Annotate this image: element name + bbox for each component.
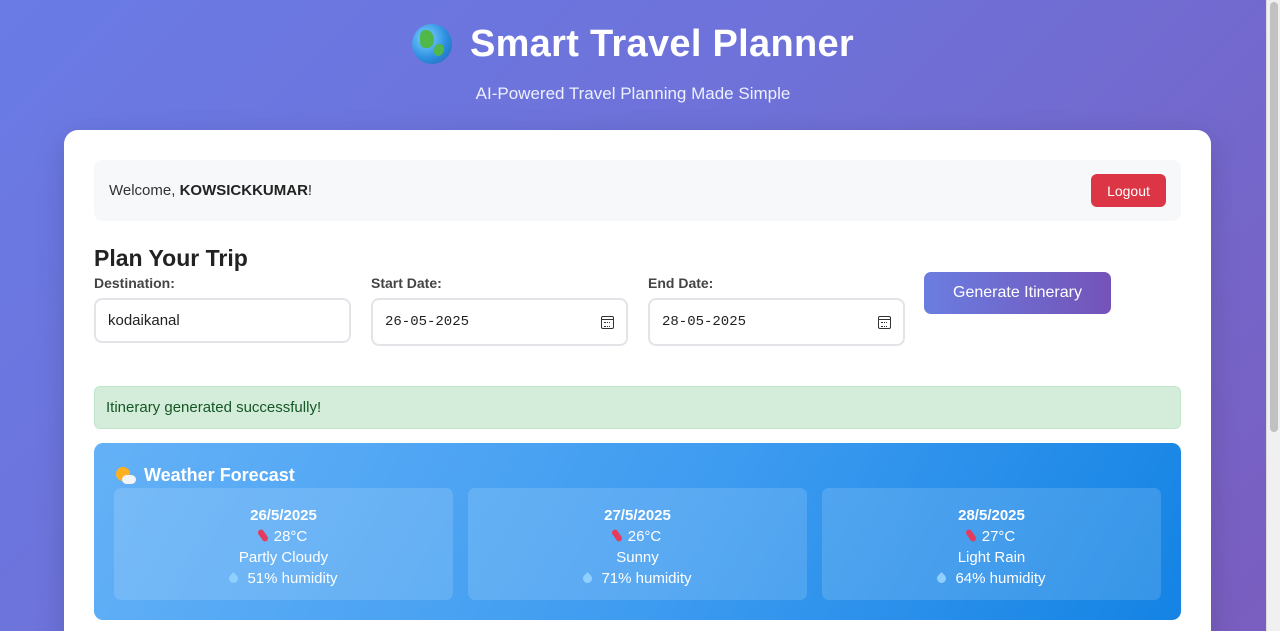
forecast-date: 28/5/2025 xyxy=(958,507,1025,524)
droplet-icon xyxy=(581,572,595,585)
weather-header: Weather Forecast xyxy=(116,465,295,486)
end-date-label: End Date: xyxy=(648,275,714,291)
logout-button[interactable]: Logout xyxy=(1091,174,1166,207)
forecast-date: 26/5/2025 xyxy=(250,507,317,524)
end-date-input[interactable]: 28-05-2025 xyxy=(648,298,905,346)
thermometer-icon xyxy=(964,528,977,543)
forecast-day-card: 27/5/2025 26°C Sunny 71% humidity xyxy=(468,488,807,600)
start-date-input[interactable]: 26-05-2025 xyxy=(371,298,628,346)
droplet-icon xyxy=(935,572,949,585)
forecast-temperature: 28°C xyxy=(114,526,453,547)
start-date-field-group: Start Date: 26-05-2025 xyxy=(371,275,628,346)
forecast-day-card: 28/5/2025 27°C Light Rain 64% humidity xyxy=(822,488,1161,600)
destination-field-group: Destination: xyxy=(94,275,351,343)
title-row: Smart Travel Planner xyxy=(0,18,1266,70)
forecast-days: 26/5/2025 28°C Partly Cloudy 51% humidit… xyxy=(114,488,1161,600)
forecast-humidity: 51% humidity xyxy=(114,568,453,589)
welcome-prefix: Welcome, xyxy=(109,182,180,199)
humidity-value: 71% humidity xyxy=(601,570,692,587)
start-date-label: Start Date: xyxy=(371,275,442,291)
forecast-condition: Partly Cloudy xyxy=(238,549,329,566)
temperature-value: 26°C xyxy=(627,528,662,545)
success-alert: Itinerary generated successfully! xyxy=(94,386,1181,429)
calendar-icon[interactable] xyxy=(601,315,614,329)
weather-title: Weather Forecast xyxy=(144,465,295,485)
humidity-value: 51% humidity xyxy=(247,570,338,587)
thermometer-icon xyxy=(610,528,623,543)
forecast-condition: Light Rain xyxy=(957,549,1026,566)
thermometer-icon xyxy=(256,528,269,543)
generate-itinerary-button[interactable]: Generate Itinerary xyxy=(924,272,1111,314)
forecast-temperature: 26°C xyxy=(468,526,807,547)
main-card: Welcome, KOWSICKKUMAR! Logout Plan Your … xyxy=(64,130,1211,631)
end-date-value: 28-05-2025 xyxy=(662,314,747,330)
username: KOWSICKKUMAR xyxy=(179,182,308,199)
welcome-suffix: ! xyxy=(307,182,313,199)
app-title: Smart Travel Planner xyxy=(469,22,855,65)
globe-icon xyxy=(411,24,452,64)
forecast-day-card: 26/5/2025 28°C Partly Cloudy 51% humidit… xyxy=(114,488,453,600)
droplet-icon xyxy=(227,572,241,585)
humidity-value: 64% humidity xyxy=(955,570,1046,587)
temperature-value: 28°C xyxy=(273,528,308,545)
weather-forecast-panel: Weather Forecast 26/5/2025 28°C Partly C… xyxy=(94,443,1181,620)
page-header: Smart Travel Planner AI-Powered Travel P… xyxy=(0,18,1266,104)
destination-input-box xyxy=(94,298,351,343)
forecast-humidity: 64% humidity xyxy=(822,568,1161,589)
destination-label: Destination: xyxy=(94,275,175,291)
forecast-temperature: 27°C xyxy=(822,526,1161,547)
end-date-field-group: End Date: 28-05-2025 xyxy=(648,275,905,346)
partly-cloudy-icon xyxy=(116,466,136,485)
temperature-value: 27°C xyxy=(981,528,1016,545)
page-scrollbar[interactable] xyxy=(1266,0,1280,631)
forecast-humidity: 71% humidity xyxy=(468,568,807,589)
scrollbar-thumb[interactable] xyxy=(1270,2,1278,432)
calendar-icon[interactable] xyxy=(878,315,891,329)
forecast-condition: Sunny xyxy=(616,549,659,566)
forecast-date: 27/5/2025 xyxy=(604,507,671,524)
plan-trip-heading: Plan Your Trip xyxy=(94,245,248,271)
welcome-bar: Welcome, KOWSICKKUMAR! Logout xyxy=(94,160,1181,221)
welcome-message: Welcome, KOWSICKKUMAR! xyxy=(109,182,312,199)
start-date-value: 26-05-2025 xyxy=(385,314,470,330)
destination-input[interactable] xyxy=(108,312,337,329)
app-subtitle: AI-Powered Travel Planning Made Simple xyxy=(475,84,791,103)
